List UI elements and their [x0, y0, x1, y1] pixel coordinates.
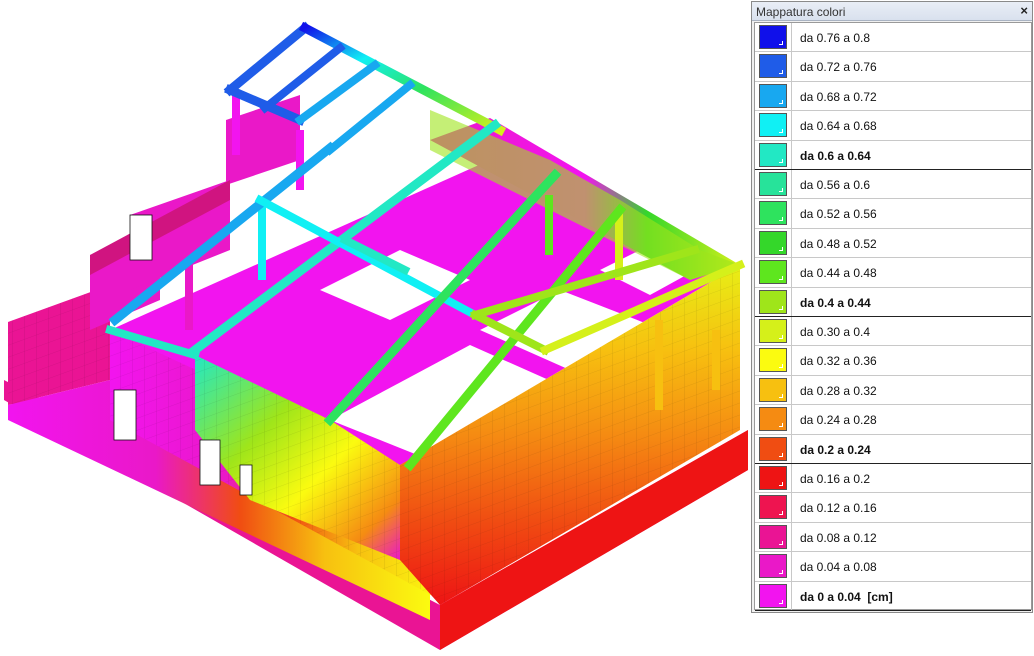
legend-row[interactable]: da 0.6 a 0.64 [755, 140, 1031, 170]
color-swatch[interactable] [759, 319, 787, 343]
legend-label: da 0.44 a 0.48 [800, 266, 877, 281]
legend-label: da 0.52 a 0.56 [800, 207, 877, 222]
row-divider [791, 81, 792, 111]
legend-label: da 0.30 a 0.4 [800, 325, 871, 339]
legend-row[interactable]: da 0.76 a 0.8 [755, 23, 1031, 53]
row-divider [791, 23, 792, 52]
legend-label: da 0.4 a 0.44 [800, 295, 871, 310]
legend-row[interactable]: da 0.56 a 0.6 [755, 170, 1031, 200]
legend-row[interactable]: da 0.12 a 0.16 [755, 493, 1031, 523]
legend-row[interactable]: da 0.52 a 0.56 [755, 199, 1031, 229]
row-divider [791, 493, 792, 522]
row-divider [791, 581, 792, 610]
row-divider [791, 405, 792, 434]
row-divider [791, 375, 792, 405]
color-swatch[interactable] [759, 54, 787, 79]
legend-row[interactable]: da 0.16 a 0.2 [755, 464, 1031, 494]
legend-row[interactable]: da 0.24 a 0.28 [755, 405, 1031, 435]
color-swatch[interactable] [759, 260, 787, 285]
color-swatch[interactable] [759, 524, 787, 549]
color-swatch[interactable] [759, 172, 787, 196]
legend-row[interactable]: da 0.04 a 0.08 [755, 552, 1031, 582]
color-swatch[interactable] [759, 495, 787, 520]
legend-row[interactable]: da 0.44 a 0.48 [755, 258, 1031, 288]
row-divider [791, 317, 792, 346]
legend-label: da 0.16 a 0.2 [800, 472, 871, 486]
color-swatch[interactable] [759, 407, 787, 432]
color-swatch[interactable] [759, 466, 787, 490]
legend-label: da 0.48 a 0.52 [800, 236, 877, 251]
color-swatch[interactable] [759, 436, 787, 461]
color-swatch[interactable] [759, 230, 787, 255]
color-swatch[interactable] [759, 83, 787, 108]
row-divider [791, 170, 792, 199]
legend-row[interactable]: da 0.68 a 0.72 [755, 81, 1031, 112]
close-icon[interactable]: × [1020, 3, 1028, 18]
legend-list[interactable]: da 0.76 a 0.8 da 0.72 a 0.76 da 0.68 a 0.7… [754, 22, 1032, 611]
legend-row[interactable]: da 0.48 a 0.52 [755, 228, 1031, 259]
row-divider [791, 287, 792, 316]
legend-label: da 0.56 a 0.6 [800, 178, 871, 192]
legend-label: da 0.6 a 0.64 [800, 148, 871, 163]
legend-label: da 0.32 a 0.36 [800, 354, 877, 369]
legend-row[interactable]: da 0 a 0.04 [cm] [755, 581, 1031, 611]
row-divider [791, 111, 792, 140]
legend-label: da 0.72 a 0.76 [800, 60, 877, 75]
legend-row[interactable]: da 0.4 a 0.44 [755, 287, 1031, 317]
color-swatch[interactable] [759, 201, 787, 226]
row-divider [791, 140, 792, 169]
legend-label: da 0.04 a 0.08 [800, 560, 877, 575]
row-divider [791, 228, 792, 258]
3d-model-viewport[interactable] [0, 0, 748, 656]
color-map-panel: Mappatura colori × da 0.76 a 0.8 da 0.72 … [751, 1, 1033, 613]
color-swatch[interactable] [759, 289, 787, 314]
building-deformation-map [4, 21, 748, 650]
color-swatch[interactable] [759, 25, 787, 49]
legend-row[interactable]: da 0.32 a 0.36 [755, 346, 1031, 376]
row-divider [791, 522, 792, 552]
legend-label: da 0.28 a 0.32 [800, 383, 877, 398]
color-swatch[interactable] [759, 377, 787, 402]
legend-row[interactable]: da 0.28 a 0.32 [755, 375, 1031, 406]
row-divider [791, 346, 792, 375]
row-divider [791, 552, 792, 581]
row-divider [791, 434, 792, 463]
color-swatch[interactable] [759, 113, 787, 138]
panel-title: Mappatura colori [756, 5, 846, 19]
legend-row[interactable]: da 0.64 a 0.68 [755, 111, 1031, 141]
color-swatch[interactable] [759, 554, 787, 579]
legend-row[interactable]: da 0.08 a 0.12 [755, 522, 1031, 553]
legend-label: da 0 a 0.04 [cm] [800, 589, 893, 604]
legend-label: da 0.64 a 0.68 [800, 119, 877, 134]
legend-label: da 0.24 a 0.28 [800, 413, 877, 428]
legend-label: da 0.08 a 0.12 [800, 530, 877, 545]
panel-title-bar[interactable]: Mappatura colori × [752, 2, 1032, 21]
legend-row[interactable]: da 0.30 a 0.4 [755, 317, 1031, 347]
legend-label: da 0.68 a 0.72 [800, 89, 877, 104]
color-swatch[interactable] [759, 348, 787, 373]
color-swatch[interactable] [759, 142, 787, 167]
legend-row[interactable]: da 0.2 a 0.24 [755, 434, 1031, 464]
row-divider [791, 258, 792, 287]
legend-label: da 0.76 a 0.8 [800, 31, 871, 45]
row-divider [791, 52, 792, 81]
color-swatch[interactable] [759, 583, 787, 608]
row-divider [791, 199, 792, 228]
row-divider [791, 464, 792, 493]
legend-label: da 0.12 a 0.16 [800, 501, 877, 516]
legend-row[interactable]: da 0.72 a 0.76 [755, 52, 1031, 82]
legend-label: da 0.2 a 0.24 [800, 442, 871, 457]
